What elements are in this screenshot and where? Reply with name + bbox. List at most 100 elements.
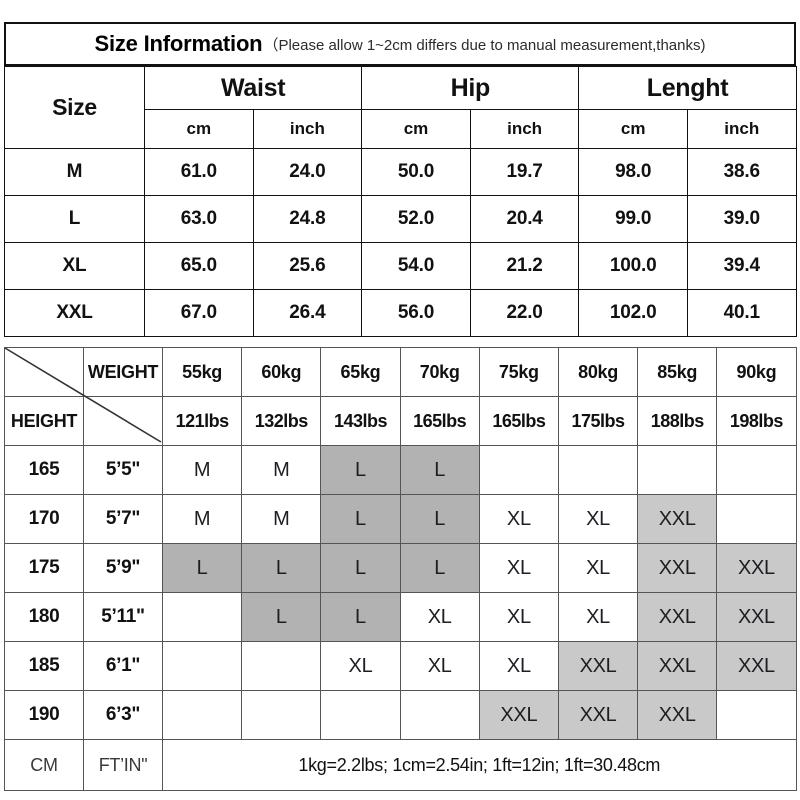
table-row: XL 65.0 25.6 54.0 21.2 100.0 39.4	[4, 242, 797, 290]
matrix-cell: L	[320, 445, 401, 495]
matrix-cell: L	[399, 494, 480, 544]
header-group-waist: Waist	[143, 66, 363, 110]
header-weight-kg: 80kg	[557, 347, 639, 397]
cell-length-cm: 99.0	[578, 195, 688, 243]
size-label: M	[4, 148, 145, 196]
header-weight-lbs: 143lbs	[320, 396, 401, 446]
cell-waist-cm: 67.0	[144, 289, 254, 337]
title-banner: Size Information （Please allow 1~2cm dif…	[4, 22, 796, 66]
row-height-ft: 6’1"	[83, 641, 163, 691]
table-row: 180 5’11" L L XL XL XL XXL XXL	[4, 592, 797, 642]
matrix-weight-kg-header-row: WEIGHT 55kg 60kg 65kg 70kg 75kg 80kg 85k…	[4, 347, 797, 397]
table-row: 170 5’7" M M L L XL XL XXL	[4, 494, 797, 544]
matrix-corner-weight-label: WEIGHT	[83, 347, 163, 397]
matrix-cell: XXL	[637, 543, 718, 593]
row-height-cm: 175	[4, 543, 84, 593]
matrix-cell: XXL	[716, 543, 797, 593]
row-height-ft: 5’7"	[83, 494, 163, 544]
matrix-cell: XXL	[637, 592, 718, 642]
page-title: Size Information	[94, 31, 263, 56]
size-information-table: Size Waist Hip Lenght cm inch cm inch cm…	[4, 66, 797, 337]
header-group-length: Lenght	[578, 66, 797, 110]
matrix-cell: XL	[478, 592, 559, 642]
header-weight-kg: 85kg	[637, 347, 718, 397]
matrix-cell	[637, 445, 718, 495]
cell-length-cm: 98.0	[578, 148, 688, 196]
matrix-cell: XXL	[557, 641, 639, 691]
header-weight-kg: 75kg	[478, 347, 559, 397]
matrix-cell: XXL	[637, 641, 718, 691]
matrix-cell: L	[320, 494, 401, 544]
row-height-ft: 5’11"	[83, 592, 163, 642]
row-height-cm: 190	[4, 690, 84, 740]
cell-hip-inch: 19.7	[469, 148, 580, 196]
cell-hip-cm: 52.0	[361, 195, 471, 243]
matrix-cell	[399, 690, 480, 740]
size-label: L	[4, 195, 145, 243]
measurement-note: （Please allow 1~2cm differs due to manua…	[263, 36, 706, 54]
matrix-cell	[161, 592, 243, 642]
height-weight-matrix-table: WEIGHT 55kg 60kg 65kg 70kg 75kg 80kg 85k…	[4, 347, 797, 791]
size-chart-page: Size Information （Please allow 1~2cm dif…	[0, 0, 800, 800]
footer-unit-ft: FT’IN"	[83, 739, 163, 791]
matrix-cell: M	[161, 494, 243, 544]
matrix-corner-height-label: HEIGHT	[4, 396, 84, 446]
matrix-cell: L	[241, 543, 322, 593]
matrix-cell: XXL	[637, 690, 718, 740]
size-label: XXL	[4, 289, 145, 337]
header-weight-kg: 60kg	[241, 347, 322, 397]
header-group-hip: Hip	[361, 66, 580, 110]
cell-hip-cm: 54.0	[361, 242, 471, 290]
table-row: 190 6’3" XXL XXL XXL	[4, 690, 797, 740]
matrix-cell	[241, 641, 322, 691]
matrix-cell: L	[241, 592, 322, 642]
cell-hip-cm: 56.0	[361, 289, 471, 337]
table-row: XXL 67.0 26.4 56.0 22.0 102.0 40.1	[4, 289, 797, 337]
header-weight-kg: 90kg	[716, 347, 797, 397]
matrix-cell: XL	[557, 543, 639, 593]
matrix-cell: XL	[478, 494, 559, 544]
cell-waist-cm: 63.0	[144, 195, 254, 243]
matrix-cell: XXL	[557, 690, 639, 740]
header-weight-lbs: 198lbs	[716, 396, 797, 446]
matrix-corner-blank-2	[83, 396, 163, 446]
row-height-cm: 165	[4, 445, 84, 495]
header-unit-waist-cm: cm	[144, 109, 254, 149]
matrix-cell: XL	[478, 543, 559, 593]
table-row: 165 5’5" M M L L	[4, 445, 797, 495]
matrix-cell: L	[320, 592, 401, 642]
cell-length-cm: 100.0	[578, 242, 688, 290]
matrix-cell: XL	[557, 494, 639, 544]
cell-waist-inch: 24.8	[252, 195, 363, 243]
header-size: Size	[4, 66, 145, 149]
matrix-cell: XL	[320, 641, 401, 691]
matrix-cell: XXL	[716, 592, 797, 642]
matrix-cell: XL	[399, 592, 480, 642]
header-weight-lbs: 132lbs	[241, 396, 322, 446]
cell-waist-cm: 61.0	[144, 148, 254, 196]
matrix-cell	[716, 445, 797, 495]
table-row: L 63.0 24.8 52.0 20.4 99.0 39.0	[4, 195, 797, 243]
header-weight-kg: 55kg	[161, 347, 243, 397]
matrix-cell: M	[241, 494, 322, 544]
matrix-corner-blank	[4, 347, 84, 397]
matrix-cell	[320, 690, 401, 740]
table-row: M 61.0 24.0 50.0 19.7 98.0 38.6	[4, 148, 797, 196]
header-unit-length-inch: inch	[686, 109, 797, 149]
cell-length-cm: 102.0	[578, 289, 688, 337]
cell-length-inch: 38.6	[686, 148, 797, 196]
header-unit-hip-cm: cm	[361, 109, 471, 149]
matrix-cell	[716, 690, 797, 740]
matrix-cell	[161, 690, 243, 740]
matrix-cell	[557, 445, 639, 495]
matrix-cell: M	[241, 445, 322, 495]
header-weight-kg: 70kg	[399, 347, 480, 397]
header-weight-lbs: 165lbs	[478, 396, 559, 446]
table-row: 185 6’1" XL XL XL XXL XXL XXL	[4, 641, 797, 691]
cell-length-inch: 40.1	[686, 289, 797, 337]
matrix-cell: L	[320, 543, 401, 593]
matrix-cell	[478, 445, 559, 495]
row-height-cm: 170	[4, 494, 84, 544]
matrix-cell: L	[399, 445, 480, 495]
matrix-cell: XXL	[716, 641, 797, 691]
